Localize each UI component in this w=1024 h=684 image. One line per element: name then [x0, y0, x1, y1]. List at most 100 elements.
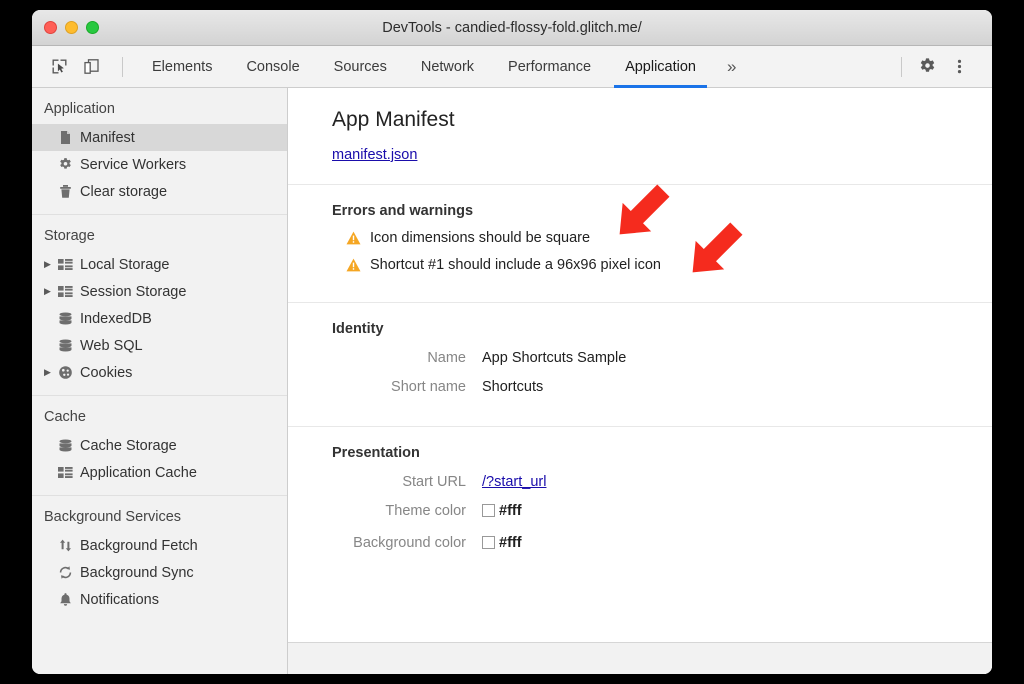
sidebar-item-label: Manifest [80, 130, 135, 146]
color-swatch[interactable] [482, 536, 495, 549]
warning-row: Icon dimensions should be square [346, 230, 992, 246]
warning-triangle-icon [346, 231, 361, 245]
sidebar-item-manifest[interactable]: ▶ Manifest [32, 124, 287, 151]
tab-console[interactable]: Console [229, 46, 316, 88]
manifest-header-section: App Manifest manifest.json [288, 88, 992, 184]
more-options-icon[interactable] [946, 54, 972, 80]
sidebar-group-cache: Cache ▶ Cache Storage [32, 395, 287, 495]
manifest-panel: App Manifest manifest.json Errors and wa… [288, 88, 992, 674]
device-toolbar-icon[interactable] [78, 54, 104, 80]
sidebar-group-title: Background Services [32, 503, 287, 532]
tab-elements[interactable]: Elements [135, 46, 229, 88]
warning-text: Shortcut #1 should include a 96x96 pixel… [370, 257, 661, 273]
field-label: Short name [332, 379, 482, 395]
close-window-button[interactable] [44, 21, 57, 34]
tab-application[interactable]: Application [608, 46, 713, 88]
table-grid-icon [58, 285, 80, 299]
presentation-section: Presentation Start URL /?start_url Theme… [288, 426, 992, 554]
devtools-toolbar: Elements Console Sources Network Perform… [32, 46, 992, 88]
devtools-tabs: Elements Console Sources Network Perform… [135, 46, 750, 88]
field-value-short-name: Shortcuts [482, 379, 543, 395]
tab-sources[interactable]: Sources [317, 46, 404, 88]
sidebar-item-label: Application Cache [80, 465, 197, 481]
warning-triangle-icon [346, 258, 361, 272]
minimize-window-button[interactable] [65, 21, 78, 34]
manifest-json-link[interactable]: manifest.json [332, 147, 417, 163]
sidebar-item-local-storage[interactable]: ▶ Local Storage [32, 251, 287, 278]
sidebar-item-background-sync[interactable]: ▶ Background Sync [32, 559, 287, 586]
sidebar-group-title: Application [32, 95, 287, 124]
database-icon [58, 312, 80, 326]
field-row-theme-color: Theme color #fff [332, 503, 992, 519]
window-title: DevTools - candied-flossy-fold.glitch.me… [32, 20, 992, 36]
sidebar-item-clear-storage[interactable]: ▶ Clear storage [32, 178, 287, 205]
page-title: App Manifest [332, 108, 992, 132]
sidebar-group-application: Application ▶ Manifest ▶ Service Workers [32, 88, 287, 214]
color-swatch[interactable] [482, 504, 495, 517]
warning-text: Icon dimensions should be square [370, 230, 590, 246]
cookie-icon [58, 365, 80, 380]
field-value-name: App Shortcuts Sample [482, 350, 626, 366]
sidebar-item-background-fetch[interactable]: ▶ Background Fetch [32, 532, 287, 559]
field-label: Theme color [332, 503, 482, 519]
chevron-right-icon[interactable]: ▶ [44, 287, 58, 296]
tab-performance[interactable]: Performance [491, 46, 608, 88]
errors-and-warnings-section: Errors and warnings Icon dimensions shou… [288, 184, 992, 302]
sidebar-item-indexeddb[interactable]: ▶ IndexedDB [32, 305, 287, 332]
devtools-window: DevTools - candied-flossy-fold.glitch.me… [32, 10, 992, 674]
bell-icon [58, 592, 80, 607]
sidebar-item-label: Session Storage [80, 284, 186, 300]
sidebar-item-label: Cookies [80, 365, 132, 381]
sidebar-item-label: Background Fetch [80, 538, 198, 554]
sidebar-item-label: Background Sync [80, 565, 194, 581]
maximize-window-button[interactable] [86, 21, 99, 34]
sidebar-item-label: IndexedDB [80, 311, 152, 327]
sidebar-item-label: Clear storage [80, 184, 167, 200]
sidebar-item-label: Notifications [80, 592, 159, 608]
sidebar-item-label: Web SQL [80, 338, 143, 354]
more-tabs-icon[interactable]: » [713, 46, 750, 88]
warning-row: Shortcut #1 should include a 96x96 pixel… [346, 257, 992, 273]
tab-network[interactable]: Network [404, 46, 491, 88]
settings-gear-icon[interactable] [914, 54, 940, 80]
sidebar-item-session-storage[interactable]: ▶ Session Storage [32, 278, 287, 305]
sidebar-item-web-sql[interactable]: ▶ Web SQL [32, 332, 287, 359]
devtools-content: Application ▶ Manifest ▶ Service Workers [32, 88, 992, 674]
sidebar-item-label: Cache Storage [80, 438, 177, 454]
chevron-right-icon[interactable]: ▶ [44, 260, 58, 269]
field-row-background-color: Background color #fff [332, 532, 992, 554]
chevron-right-icon[interactable]: ▶ [44, 368, 58, 377]
document-icon [58, 130, 80, 145]
field-row-short-name: Short name Shortcuts [332, 379, 992, 395]
color-hex-text: #fff [499, 503, 522, 519]
database-icon [58, 339, 80, 353]
database-icon [58, 439, 80, 453]
panel-bottom-strip [288, 642, 992, 674]
field-row-name: Name App Shortcuts Sample [332, 350, 992, 366]
sidebar-item-service-workers[interactable]: ▶ Service Workers [32, 151, 287, 178]
toolbar-right-controls [889, 54, 978, 80]
sidebar-item-label: Local Storage [80, 257, 169, 273]
table-grid-icon [58, 258, 80, 272]
field-row-start-url: Start URL /?start_url [332, 474, 992, 490]
sidebar-item-application-cache[interactable]: ▶ Application Cache [32, 459, 287, 486]
field-label: Background color [332, 535, 482, 551]
start-url-link[interactable]: /?start_url [482, 474, 546, 490]
sidebar-group-title: Storage [32, 222, 287, 251]
sidebar-group-storage: Storage ▶ Local Storage [32, 214, 287, 395]
updown-arrows-icon [58, 538, 80, 553]
identity-section: Identity Name App Shortcuts Sample Short… [288, 302, 992, 426]
sidebar-item-cookies[interactable]: ▶ Cookies [32, 359, 287, 386]
sidebar-group-title: Cache [32, 403, 287, 432]
background-color-value: #fff [482, 535, 522, 551]
inspect-element-icon[interactable] [46, 54, 72, 80]
application-sidebar: Application ▶ Manifest ▶ Service Workers [32, 88, 288, 674]
window-titlebar: DevTools - candied-flossy-fold.glitch.me… [32, 10, 992, 46]
section-title-identity: Identity [332, 321, 992, 337]
toolbar-divider [122, 57, 123, 77]
sidebar-item-cache-storage[interactable]: ▶ Cache Storage [32, 432, 287, 459]
gear-icon [58, 157, 80, 172]
sidebar-item-notifications[interactable]: ▶ Notifications [32, 586, 287, 613]
table-grid-icon [58, 466, 80, 480]
sidebar-item-label: Service Workers [80, 157, 186, 173]
